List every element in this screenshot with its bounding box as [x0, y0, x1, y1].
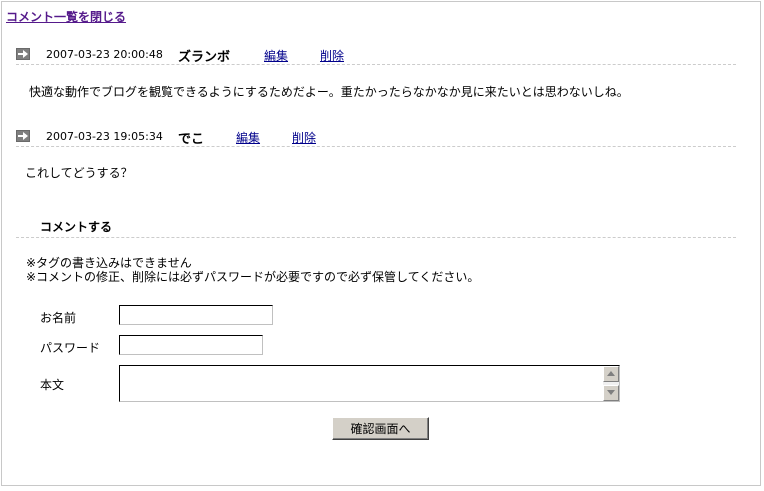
delete-comment-link[interactable]: 削除 [320, 47, 344, 64]
comment-date: 2007-03-23 20:00:48 [46, 48, 163, 61]
chevron-up-icon [607, 371, 615, 376]
chevron-down-icon [607, 390, 615, 395]
comment-author: でこ [178, 132, 205, 147]
comment-date: 2007-03-23 19:05:34 [46, 130, 163, 143]
name-label: お名前 [40, 311, 77, 325]
arrow-right-icon [16, 130, 30, 142]
close-comments-link[interactable]: コメント一覧を閉じる [6, 8, 126, 25]
password-label: パスワード [40, 341, 101, 355]
scroll-down-button[interactable] [603, 385, 619, 401]
password-field[interactable] [119, 335, 263, 355]
form-note-password: ※コメントの修正、削除には必ずパスワードが必要ですので必ず保管してください。 [26, 270, 480, 284]
comment-form-heading: コメントする [40, 220, 113, 234]
textarea-scrollbar[interactable] [603, 366, 619, 401]
comment-body: これしてどうする？ [25, 166, 133, 180]
edit-comment-link[interactable]: 編集 [264, 47, 288, 64]
comment-header: 2007-03-23 20:00:48 ズランボ 編集 削除 [16, 46, 736, 65]
confirm-button[interactable]: 確認画面へ [332, 417, 429, 440]
scroll-up-button[interactable] [603, 366, 619, 382]
edit-comment-link[interactable]: 編集 [236, 129, 260, 146]
delete-comment-link[interactable]: 削除 [292, 129, 316, 146]
comment-form-title: コメントする [16, 217, 736, 238]
body-label: 本文 [40, 378, 65, 392]
body-textarea[interactable] [120, 366, 602, 401]
comment-header: 2007-03-23 19:05:34 でこ 編集 削除 [16, 128, 736, 147]
body-textarea-box [119, 365, 620, 402]
name-field[interactable] [119, 305, 273, 325]
arrow-right-icon [16, 48, 30, 60]
comment-body: 快適な動作でブログを観覧できるようにするためだよー。重たかったらなかなか見に来た… [29, 85, 629, 99]
comment-author: ズランボ [178, 50, 231, 65]
comments-panel [1, 1, 761, 486]
